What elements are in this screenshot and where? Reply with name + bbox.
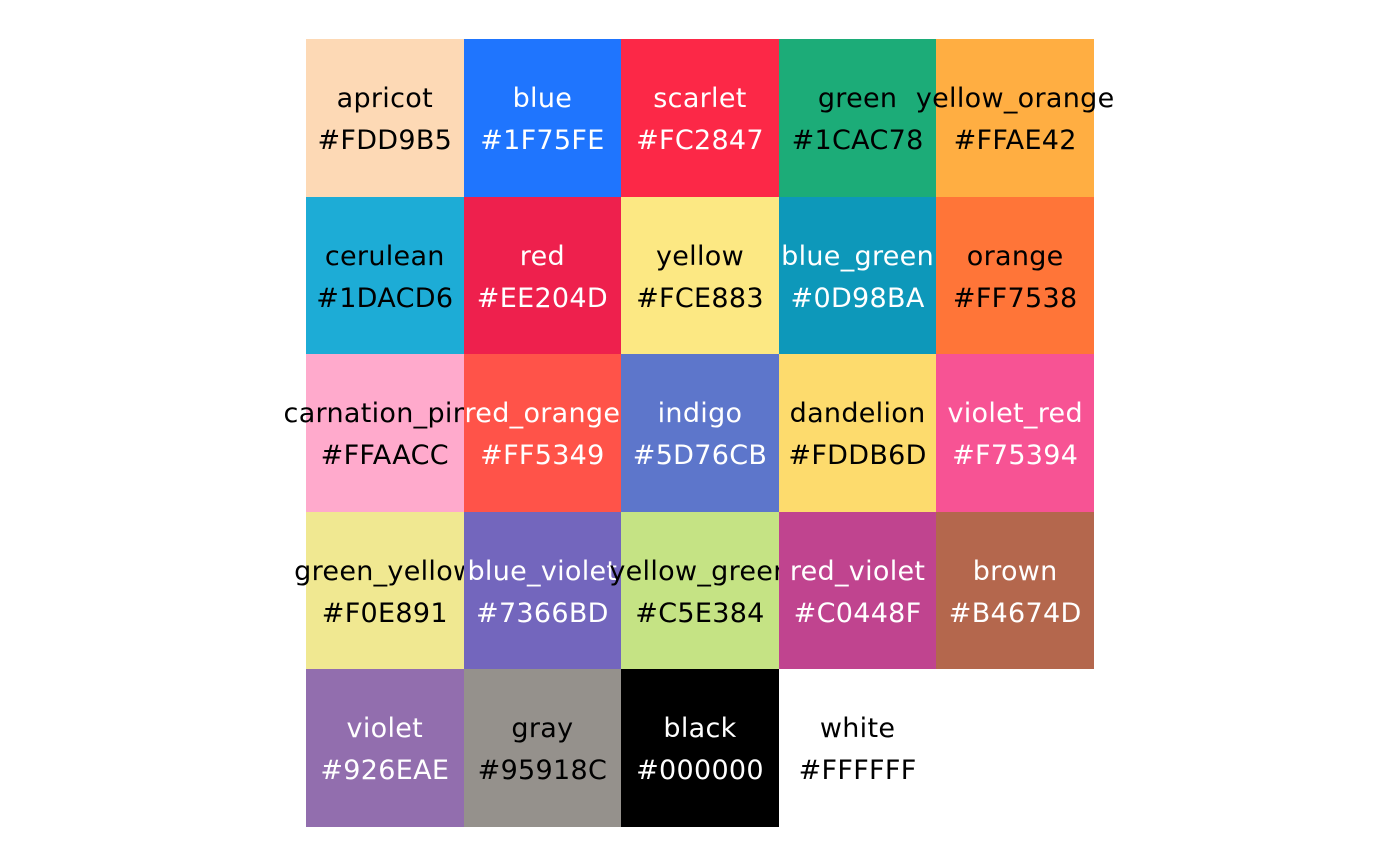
swatch-name-label: blue_green (781, 240, 935, 272)
swatch-name-label: black (663, 713, 737, 745)
color-swatch-scarlet: scarlet #FC2847 (621, 39, 779, 197)
swatch-name-label: blue (512, 83, 573, 114)
color-swatch-brown: brown #B4674D (936, 511, 1094, 670)
swatch-hex-label: #1F75FE (480, 125, 605, 156)
color-swatch-orange: orange #FF7538 (936, 196, 1094, 355)
color-swatch-red-violet: red_violet #C0448F (778, 511, 937, 670)
color-swatch-blue-violet: blue_violet #7366BD (463, 511, 622, 670)
color-swatch-cerulean: cerulean #1DACD6 (306, 196, 464, 355)
color-swatch-blue-green: blue_green #0D98BA (778, 196, 937, 355)
swatch-name-label: yellow (655, 240, 744, 272)
swatch-name-label: gray (511, 713, 574, 745)
color-swatch-yellow: yellow #FCE883 (621, 196, 779, 355)
color-swatch-green: green #1CAC78 (778, 39, 937, 197)
swatch-hex-label: #1DACD6 (316, 282, 454, 314)
swatch-name-label: apricot (336, 83, 433, 114)
color-swatch-indigo: indigo #5D76CB (621, 354, 779, 512)
swatch-hex-label: #0D98BA (790, 282, 925, 314)
color-swatch-apricot: apricot #FDD9B5 (306, 39, 464, 197)
color-swatch-white: white #FFFFFF (778, 669, 937, 827)
swatch-hex-label: #B4674D (948, 597, 1082, 629)
swatch-hex-label: #926EAE (320, 755, 450, 787)
swatch-hex-label: #FDD9B5 (317, 125, 453, 156)
color-swatch-blue: blue #1F75FE (463, 39, 622, 197)
swatch-hex-label: #F75394 (952, 440, 1079, 472)
color-swatch-gray: gray #95918C (463, 669, 622, 827)
color-swatch-grid: apricot #FDD9B5 blue #1F75FE scarlet #FC2847 g… (284, 39, 1114, 827)
swatch-hex-label: #FDDB6D (788, 440, 927, 472)
swatch-name-label: violet (346, 713, 424, 745)
swatch-name-label: red_orange (464, 398, 621, 430)
swatch-name-label: green_yellow (294, 555, 476, 587)
swatch-hex-label: #FC2847 (636, 125, 764, 156)
color-swatch-violet: violet #926EAE (306, 669, 464, 827)
swatch-name-label: red (519, 240, 565, 272)
swatch-hex-label: #EE204D (476, 282, 608, 314)
swatch-hex-label: #F0E891 (321, 597, 448, 629)
swatch-hex-label: #FFFFFF (798, 755, 917, 787)
swatch-name-label: dandelion (789, 398, 926, 430)
swatch-name-label: cerulean (324, 240, 445, 272)
swatch-name-label: indigo (657, 398, 743, 430)
swatch-name-label: red_violet (789, 555, 926, 587)
color-swatch-green-yellow: green_yellow #F0E891 (294, 511, 475, 670)
color-swatch-red-orange: red_orange #FF5349 (463, 354, 622, 512)
swatch-hex-label: #000000 (636, 755, 764, 787)
color-swatch-red: red #EE204D (463, 196, 622, 355)
swatch-hex-label: #7366BD (476, 597, 609, 629)
swatch-hex-label: #FF7538 (952, 282, 1078, 314)
color-swatch-violet-red: violet_red #F75394 (936, 354, 1094, 512)
swatch-hex-label: #1CAC78 (791, 125, 924, 156)
swatch-hex-label: #C0448F (793, 597, 922, 629)
swatch-name-label: orange (966, 240, 1064, 272)
color-swatch-black: black #000000 (621, 669, 779, 827)
swatch-name-label: violet_red (947, 398, 1083, 430)
swatch-name-label: scarlet (653, 83, 747, 114)
swatch-hex-label: #FCE883 (636, 282, 764, 314)
swatch-hex-label: #95918C (477, 755, 608, 787)
swatch-name-label: white (819, 713, 896, 745)
swatch-name-label: yellow_orange (915, 83, 1115, 114)
swatch-hex-label: #FF5349 (480, 440, 605, 472)
swatch-name-label: blue_violet (467, 555, 618, 587)
color-swatch-yellow-green: yellow_green #C5E384 (609, 511, 790, 670)
color-swatch-yellow-orange: yellow_orange #FFAE42 (916, 39, 1114, 197)
swatch-hex-label: #FFAACC (320, 440, 449, 472)
color-swatch-dandelion: dandelion #FDDB6D (778, 354, 937, 512)
swatch-hex-label: #C5E384 (635, 597, 765, 629)
swatch-hex-label: #FFAE42 (953, 125, 1077, 156)
swatch-name-label: carnation_pink (283, 398, 487, 430)
swatch-hex-label: #5D76CB (632, 440, 768, 472)
swatch-name-label: brown (972, 555, 1058, 587)
swatch-name-label: yellow_green (609, 555, 791, 587)
color-swatch-carnation-pink: carnation_pink #FFAACC (284, 354, 486, 512)
swatch-name-label: green (817, 83, 898, 114)
